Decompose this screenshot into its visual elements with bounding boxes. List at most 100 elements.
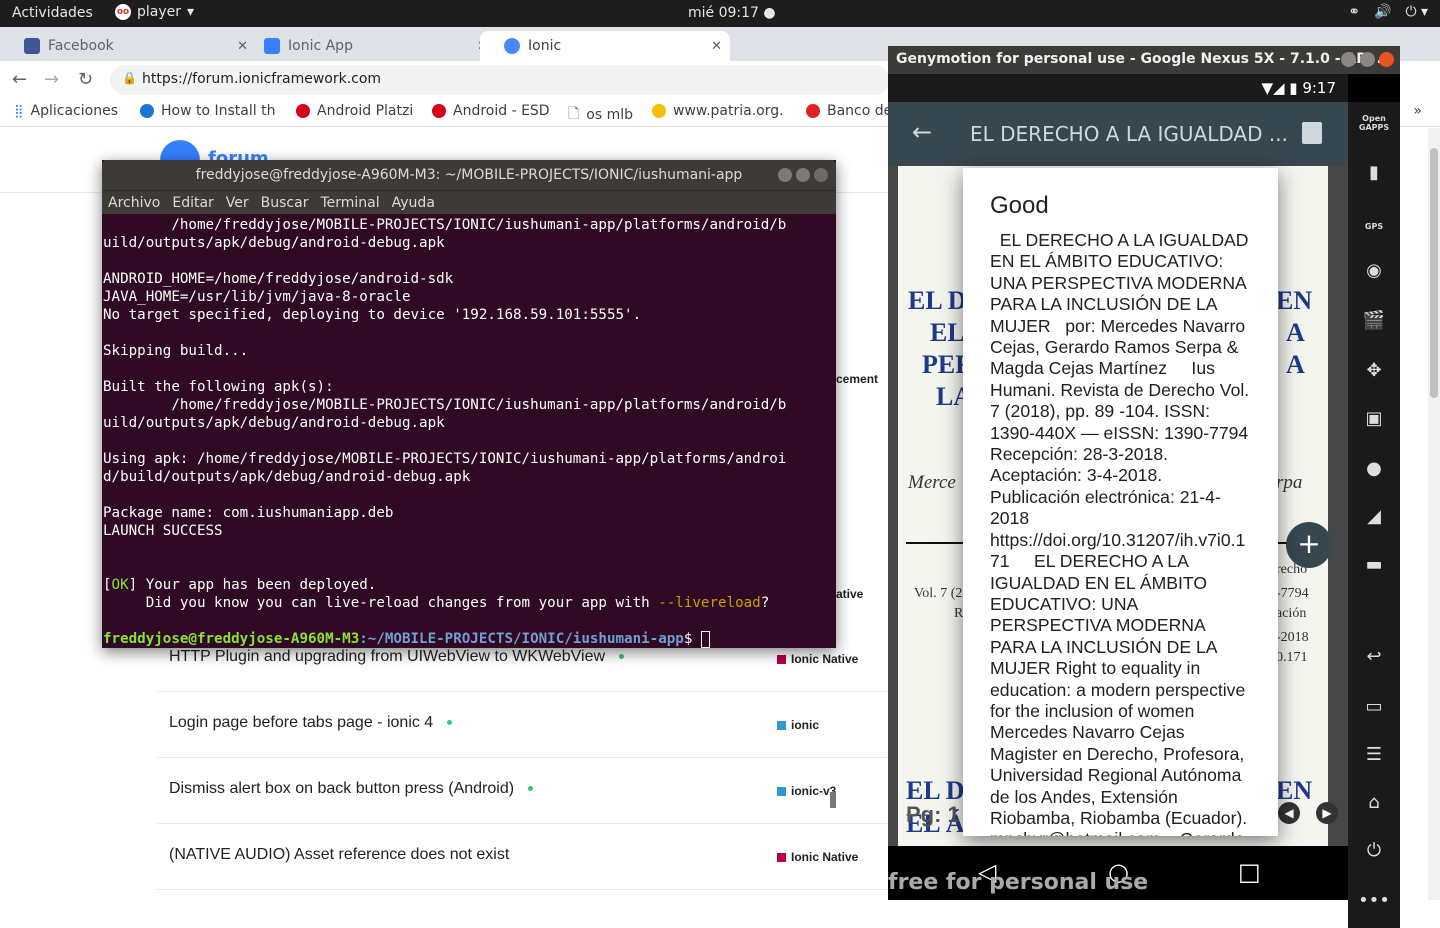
topic-row[interactable]: (NATIVE AUDIO) Asset reference does not … bbox=[157, 824, 887, 890]
category-badge[interactable]: Ionic Native bbox=[777, 850, 858, 864]
genymotion-titlebar[interactable]: Genymotion for personal use - Google Nex… bbox=[888, 46, 1400, 74]
pdf-heading-fragment: EN bbox=[1276, 286, 1313, 315]
next-page-icon[interactable]: ▶ bbox=[1316, 802, 1338, 824]
more-icon[interactable]: ••• bbox=[1348, 890, 1400, 911]
sms-icon[interactable]: ▬ bbox=[1348, 554, 1400, 575]
topic-title[interactable]: Dismiss alert box on back button press (… bbox=[169, 780, 534, 798]
webcam-icon[interactable]: ◉ bbox=[1348, 260, 1400, 281]
menu-archivo[interactable]: Archivo bbox=[108, 195, 160, 211]
tab-ionic[interactable]: Ionic ✕ bbox=[480, 31, 730, 61]
topic-row[interactable]: Dismiss alert box on back button press (… bbox=[157, 758, 887, 824]
terminal-titlebar[interactable]: freddyjose@freddyjose-A960M-M3: ~/MOBILE… bbox=[102, 160, 836, 190]
menu-ayuda[interactable]: Ayuda bbox=[392, 195, 435, 211]
back-arrow-icon[interactable]: ← bbox=[912, 118, 932, 146]
minimize-icon[interactable] bbox=[778, 168, 792, 182]
app-menu-label: player bbox=[137, 4, 182, 20]
battery-icon[interactable]: ▮ bbox=[1348, 162, 1400, 183]
power-icon[interactable]: ⏻ ▾ bbox=[1405, 4, 1428, 20]
rss-icon[interactable]: ◢ bbox=[1348, 506, 1400, 527]
gps-icon[interactable]: GPS bbox=[1348, 222, 1400, 231]
topic-title-text: Login page before tabs page - ionic 4 bbox=[169, 714, 434, 731]
minimize-icon[interactable] bbox=[1341, 52, 1356, 67]
pdf-text-fragment: Vol. 7 (2 bbox=[914, 586, 963, 601]
terminal-title: freddyjose@freddyjose-A960M-M3: ~/MOBILE… bbox=[195, 167, 743, 183]
back-arrow-icon[interactable]: ← bbox=[12, 69, 27, 90]
topic-title[interactable]: HTTP Plugin and upgrading from UIWebView… bbox=[169, 648, 625, 666]
category-badge[interactable]: ionic bbox=[777, 718, 819, 732]
bookmark-patria[interactable]: www.patria.org. bbox=[652, 103, 784, 119]
alert-dialog[interactable]: Good EL DERECHO A LA IGUALDAD EN EL ÁMBI… bbox=[963, 168, 1278, 836]
tip-text: Did you know you can live-reload changes… bbox=[103, 595, 659, 611]
bookmark-android-platzi[interactable]: Android Platzi bbox=[296, 103, 413, 119]
menu-icon[interactable]: ☰ bbox=[1348, 744, 1400, 765]
disk-icon[interactable]: ● bbox=[1348, 458, 1400, 479]
terminal-output[interactable]: /home/freddyjose/MOBILE-PROJECTS/IONIC/i… bbox=[102, 214, 836, 650]
terminal-window[interactable]: freddyjose@freddyjose-A960M-M3: ~/MOBILE… bbox=[102, 160, 836, 808]
genymotion-window[interactable]: Genymotion for personal use - Google Nex… bbox=[888, 46, 1400, 928]
move-icon[interactable]: ✥ bbox=[1348, 360, 1400, 381]
app-menu[interactable]: oo player ▾ bbox=[115, 4, 194, 20]
volume-icon[interactable]: 🔊 bbox=[1374, 4, 1391, 20]
topic-title[interactable]: Login page before tabs page - ionic 4 bbox=[169, 714, 453, 732]
pdf-text-fragment: ación bbox=[1276, 606, 1307, 621]
menu-ver[interactable]: Ver bbox=[226, 195, 249, 211]
page-scrollbar[interactable] bbox=[1428, 128, 1440, 900]
maximize-icon[interactable] bbox=[1360, 52, 1375, 67]
opengapps-icon[interactable]: Open GAPPS bbox=[1348, 114, 1400, 132]
topic-row[interactable]: Login page before tabs page - ionic 4 ion… bbox=[157, 692, 887, 758]
prev-page-icon[interactable]: ◀ bbox=[1278, 802, 1300, 824]
close-icon[interactable]: ✕ bbox=[711, 39, 722, 54]
bookmark-icon[interactable] bbox=[1302, 122, 1322, 144]
android-screen[interactable]: ▼◢ ▮ 9:17 ← EL DERECHO A LA IGUALDAD ...… bbox=[888, 74, 1400, 928]
android-status-bar: ▼◢ ▮ 9:17 bbox=[888, 74, 1348, 102]
network-icon[interactable]: ⚭ bbox=[1348, 4, 1360, 20]
home-icon[interactable]: ⌂ bbox=[1348, 792, 1400, 813]
close-icon[interactable] bbox=[1379, 52, 1394, 67]
add-fab-button[interactable]: + bbox=[1286, 522, 1332, 568]
category-badge[interactable]: Ionic Native bbox=[777, 652, 858, 666]
category-label: ionic bbox=[791, 718, 820, 732]
recent-apps-icon[interactable]: ▭ bbox=[1348, 696, 1400, 717]
app-toolbar: ← EL DERECHO A LA IGUALDAD ... bbox=[888, 102, 1348, 166]
pdf-heading-fragment: A bbox=[1286, 318, 1305, 347]
activities-button[interactable]: Actividades bbox=[12, 5, 93, 21]
reload-icon[interactable]: ↻ bbox=[78, 69, 93, 90]
tab-label: Ionic App bbox=[288, 38, 353, 54]
nav-recents-icon[interactable]: □ bbox=[1238, 858, 1261, 886]
menu-editar[interactable]: Editar bbox=[172, 195, 213, 211]
maximize-icon[interactable] bbox=[796, 168, 810, 182]
forward-arrow-icon[interactable]: → bbox=[44, 69, 59, 90]
topic-title[interactable]: (NATIVE AUDIO) Asset reference does not … bbox=[169, 846, 509, 864]
bookmark-apps[interactable]: ⣿ Aplicaciones bbox=[14, 103, 118, 119]
ok-badge: OK bbox=[111, 577, 129, 593]
device-id-icon[interactable]: ▣ bbox=[1348, 408, 1400, 429]
menu-terminal[interactable]: Terminal bbox=[320, 195, 379, 211]
category-badge[interactable]: ionic-v3 bbox=[777, 784, 836, 798]
prompt-user: freddyjose@freddyjose-A960M-M3 bbox=[103, 631, 360, 647]
back-icon[interactable]: ↩ bbox=[1348, 646, 1400, 667]
tab-ionic-app[interactable]: Ionic App ✕ bbox=[240, 31, 496, 61]
system-tray[interactable]: ⚭ 🔊 ⏻ ▾ bbox=[1348, 4, 1428, 20]
capture-icon[interactable]: 🎬 bbox=[1348, 310, 1400, 331]
clock[interactable]: mié 09:17 ● bbox=[688, 5, 776, 21]
bookmark-label: How to Install th bbox=[161, 103, 276, 119]
bookmark-label: Android Platzi bbox=[317, 103, 414, 119]
url-input[interactable]: 🔒 https://forum.ionicframework.com bbox=[110, 65, 890, 95]
close-icon[interactable] bbox=[814, 168, 828, 182]
scrollbar-thumb[interactable] bbox=[1430, 148, 1438, 398]
lock-icon: 🔒 bbox=[122, 71, 137, 85]
category-label: Ionic Native bbox=[791, 652, 859, 666]
power-icon[interactable]: ⏻ bbox=[1348, 840, 1400, 861]
menu-buscar[interactable]: Buscar bbox=[261, 195, 309, 211]
bookmark-os-mlb[interactable]: 🗋 os mlb bbox=[568, 103, 633, 127]
tab-facebook[interactable]: Facebook ✕ bbox=[0, 31, 256, 61]
pdf-author-fragment: Merce bbox=[908, 472, 956, 493]
category-color bbox=[777, 852, 786, 862]
bookmark-install[interactable]: How to Install th bbox=[140, 103, 278, 119]
livereload-flag: --livereload bbox=[658, 595, 761, 611]
bookmark-android-esd[interactable]: Android - ESD bbox=[432, 103, 550, 119]
more-bookmarks-icon[interactable]: » bbox=[1413, 103, 1422, 119]
terminal-scrollbar[interactable] bbox=[830, 792, 836, 808]
bookmark-banco[interactable]: Banco de bbox=[806, 103, 892, 119]
bookmark-icon bbox=[432, 104, 446, 118]
